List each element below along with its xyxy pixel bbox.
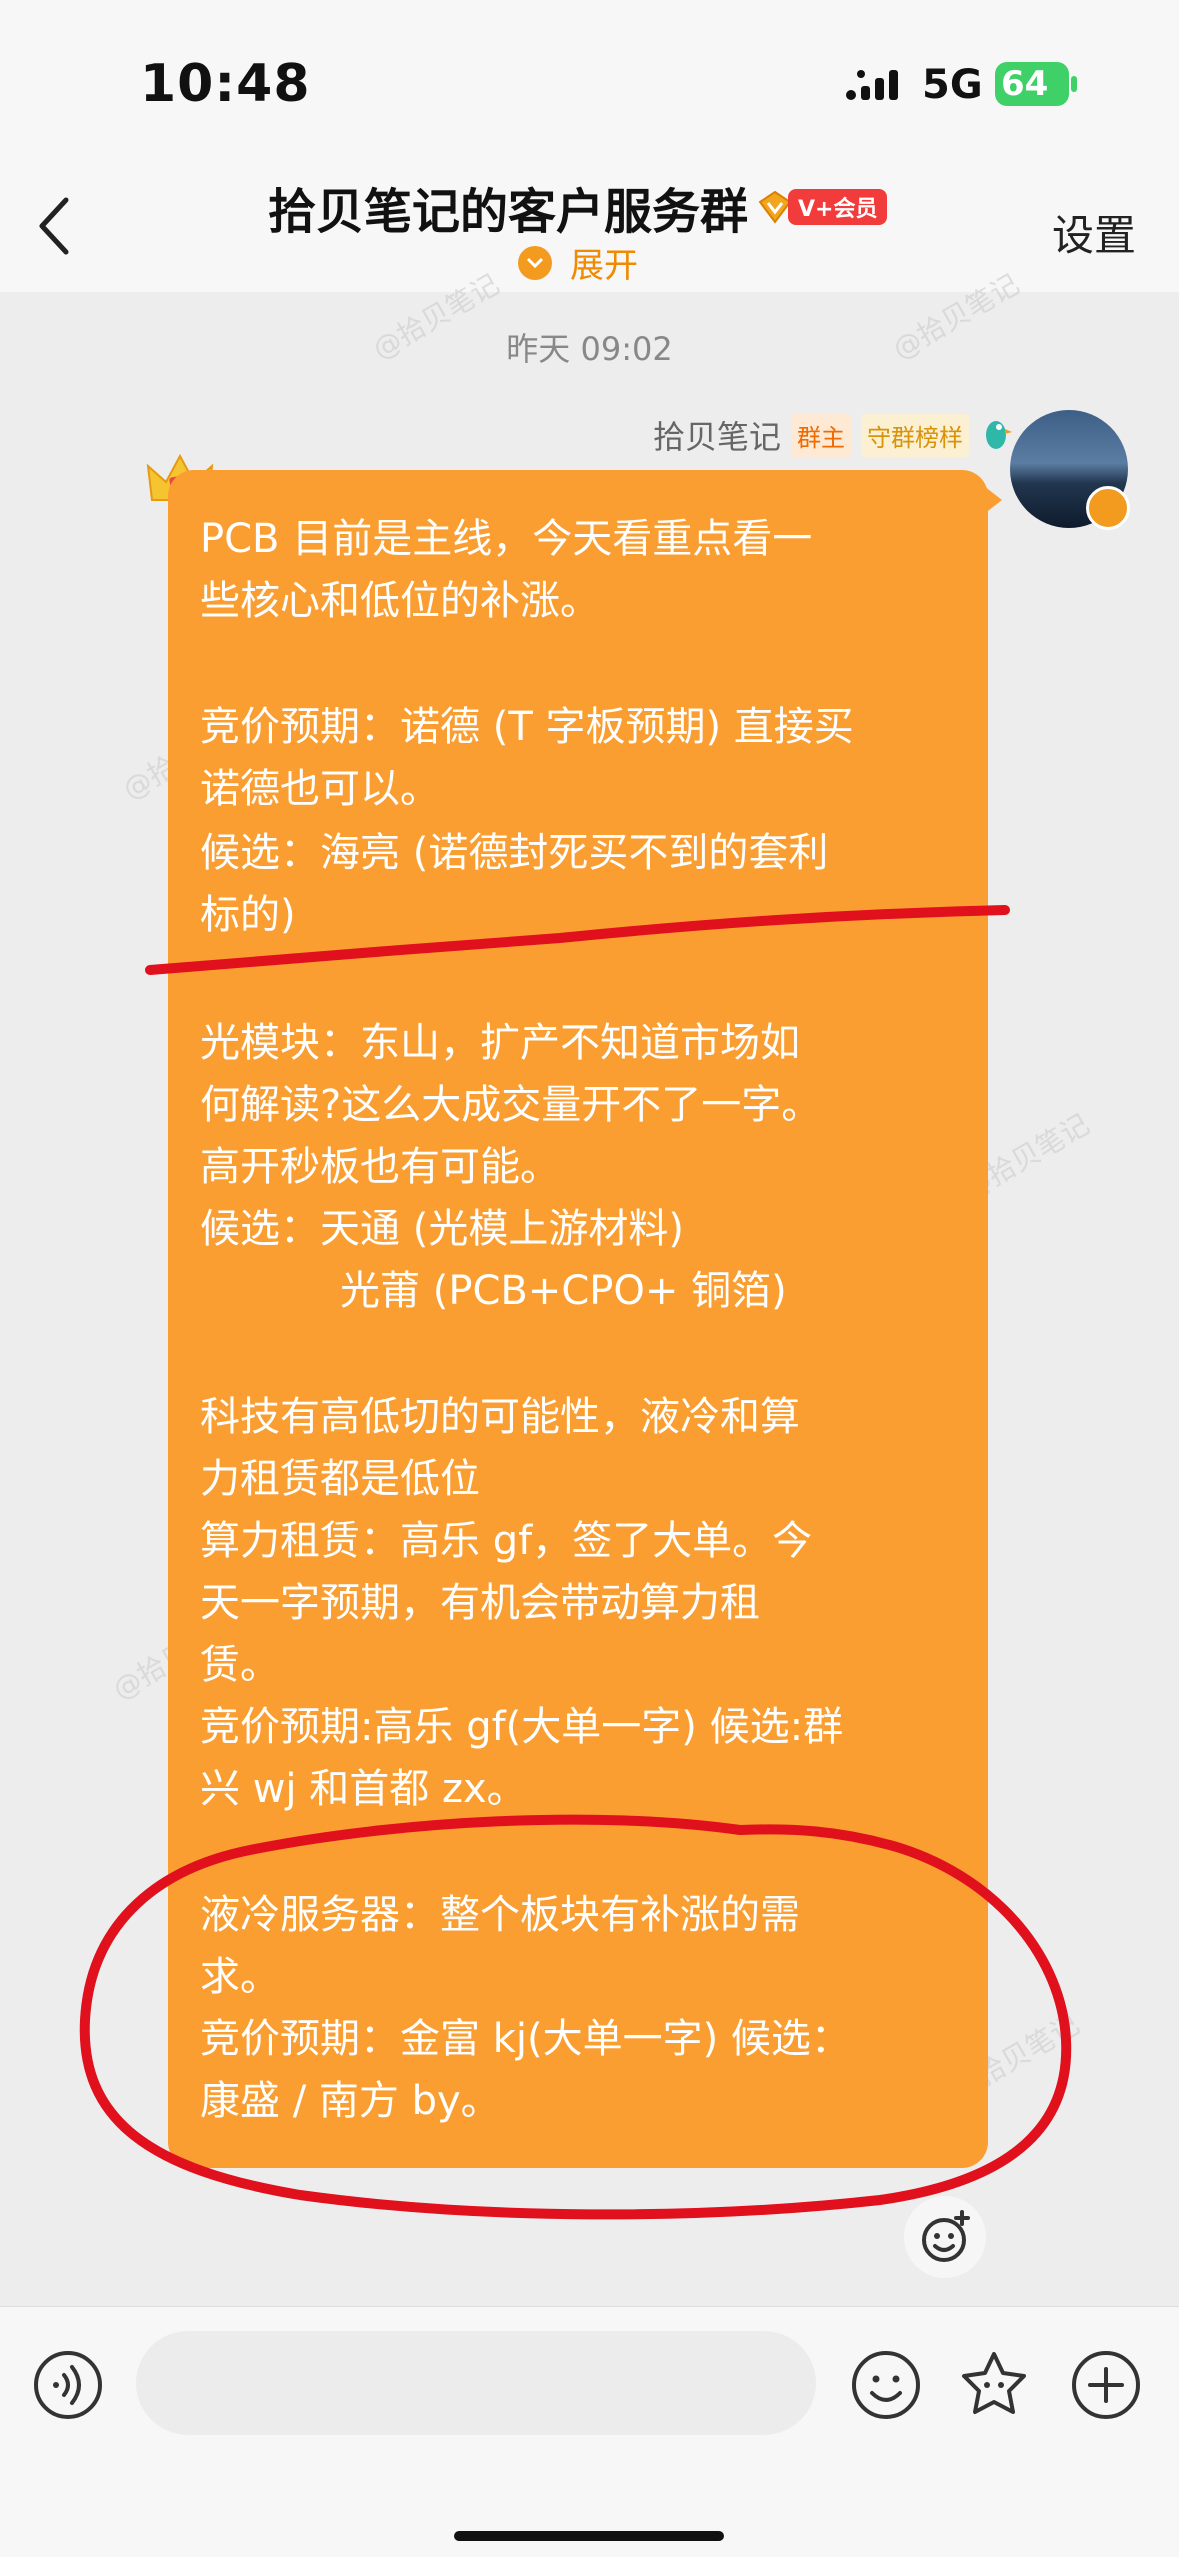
message-line: 候选：天通 (光模上游材料): [200, 1206, 684, 1252]
input-bar: [0, 2306, 1179, 2557]
message-line: 液冷服务器：整个板块有补涨的需: [200, 1892, 800, 1938]
plus-icon[interactable]: [1070, 2349, 1142, 2421]
expand-label: 展开: [570, 246, 638, 286]
status-time: 10:48: [140, 54, 311, 114]
battery-level: 64: [1001, 64, 1049, 104]
message-timestamp: 昨天 09:02: [506, 330, 673, 368]
message-line: 赁。: [200, 1642, 280, 1688]
chat-header: 拾贝笔记的客户服务群 V+会员 展开 设置: [0, 170, 1179, 292]
message-line: 力租赁都是低位: [200, 1456, 480, 1502]
message-line: 何解读?这么大成交量开不了一字。: [200, 1082, 822, 1128]
group-title-area[interactable]: 拾贝笔记的客户服务群 V+会员: [268, 172, 888, 242]
back-arrow-icon[interactable]: [34, 194, 74, 258]
add-reaction-icon: [922, 2210, 970, 2262]
message-line: 天一字预期，有机会带动算力租: [200, 1580, 760, 1626]
message-line: 候选：海亮 (诺德封死买不到的套利: [200, 830, 829, 876]
message-line: 诺德也可以。: [200, 766, 440, 812]
vip-badge: V+会员: [758, 189, 888, 225]
message-line: PCB 目前是主线，今天看重点看一: [200, 516, 813, 562]
message-line: 康盛 / 南方 by。: [200, 2078, 501, 2124]
role-badge: 守群榜样: [861, 413, 969, 457]
message-line: 竞价预期：金富 kj(大单一字) 候选：: [200, 2016, 851, 2062]
parrot-icon: [986, 421, 1012, 449]
settings-button[interactable]: 设置: [1052, 202, 1136, 263]
message-line: 光模块：东山，扩产不知道市场如: [200, 1020, 800, 1066]
emoji-icon[interactable]: [850, 2349, 922, 2421]
chevron-down-icon: [518, 245, 552, 280]
message-line: 兴 wj 和首都 zx。: [200, 1766, 527, 1812]
vip-tag: V+会员: [788, 189, 888, 225]
group-title: 拾贝笔记的客户服务群: [268, 184, 749, 240]
message-line: 些核心和低位的补涨。: [200, 578, 600, 624]
message-line: 光莆 (PCB+CPO+ 铜箔): [340, 1268, 787, 1314]
avatar[interactable]: [1010, 410, 1130, 530]
message-line: 算力租赁：高乐 gf，签了大单。今: [200, 1518, 813, 1564]
add-reaction-button[interactable]: [904, 2196, 986, 2278]
owner-badge: 群主: [791, 413, 851, 457]
message-line: 科技有高低切的可能性，液冷和算: [200, 1394, 800, 1440]
vip-diamond-icon: [758, 190, 792, 224]
sender-name: 拾贝笔记: [652, 418, 781, 456]
voice-icon[interactable]: [32, 2349, 104, 2421]
sticker-icon[interactable]: [958, 2349, 1030, 2421]
message-line: 竞价预期:高乐 gf(大单一字) 候选:群: [200, 1704, 844, 1750]
expand-button[interactable]: 展开: [518, 238, 638, 287]
verified-icon: [1086, 486, 1130, 530]
message-line: 标的): [200, 892, 296, 938]
message-input[interactable]: [136, 2331, 816, 2435]
message-line: 竞价预期：诺德 (T 字板预期) 直接买: [200, 704, 854, 750]
battery-icon: 64: [995, 62, 1079, 106]
home-indicator: [454, 2531, 724, 2541]
bubble-tail: [984, 486, 1002, 514]
network-type: 5G: [922, 62, 983, 108]
status-bar: 10:48 5G 64: [0, 0, 1179, 170]
message-line: 高开秒板也有可能。: [200, 1144, 560, 1190]
signal-icon: [846, 70, 898, 100]
sender-info: 拾贝笔记 群主 守群榜样: [653, 412, 1013, 458]
message-line: 求。: [200, 1954, 280, 2000]
